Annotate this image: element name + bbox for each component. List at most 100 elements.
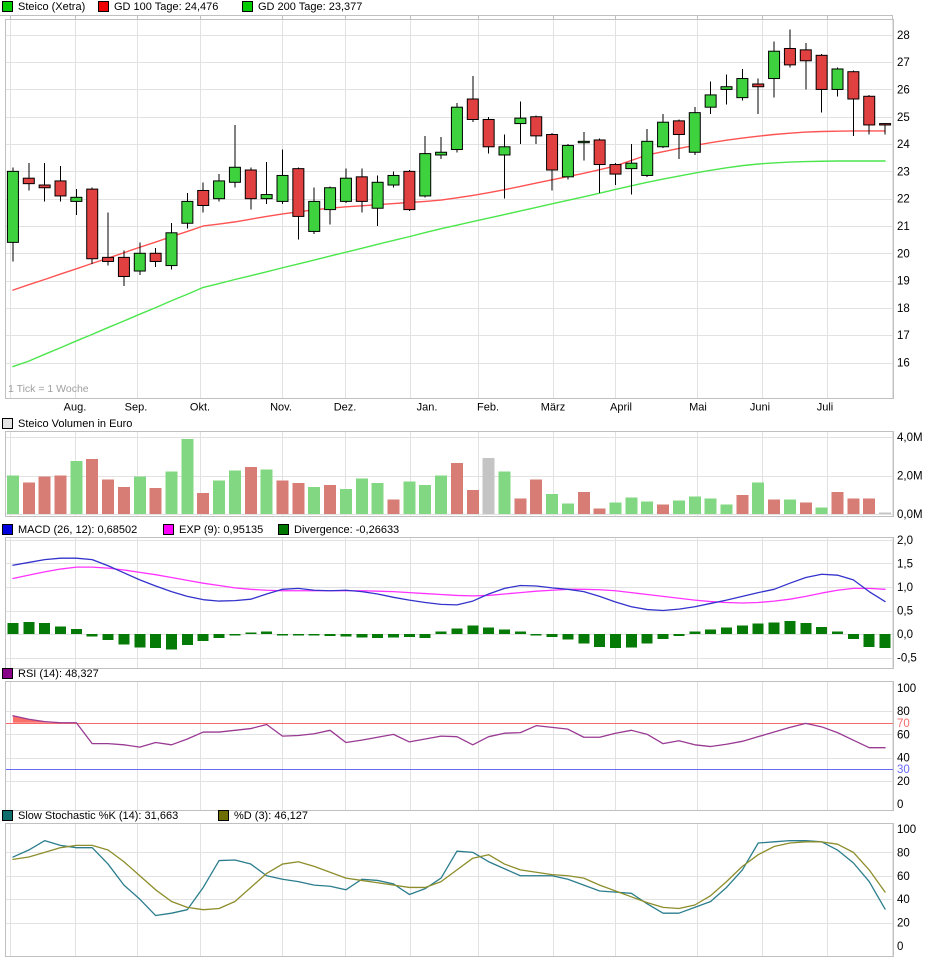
divergence-bar <box>562 634 574 640</box>
volume-bar <box>292 483 305 515</box>
candle <box>672 120 685 136</box>
axis-label: 26 <box>897 84 910 96</box>
candle <box>70 196 83 202</box>
rsi-label: RSI (14): 48,327 <box>18 668 99 680</box>
macd-histogram <box>7 620 891 650</box>
volume-bar <box>561 503 574 515</box>
volume-bar <box>466 489 479 515</box>
volume-bar <box>371 483 384 515</box>
volume-bar <box>799 502 812 515</box>
axis-label: Juni <box>750 402 770 414</box>
candle <box>498 146 511 156</box>
divergence-bar <box>70 628 82 635</box>
divergence-bar <box>372 634 384 638</box>
axis-label: 25 <box>897 112 910 124</box>
candle <box>609 164 622 175</box>
candle <box>38 184 51 189</box>
candle <box>102 256 115 262</box>
candle <box>482 118 495 148</box>
candle <box>339 177 352 202</box>
candle <box>704 94 717 108</box>
volume-bar <box>641 501 654 515</box>
volume-bar <box>324 485 337 515</box>
axis-label: 70 <box>897 718 910 730</box>
divergence-bar <box>879 634 891 649</box>
volume-bar <box>6 475 19 515</box>
axis-label: 0,0M <box>897 509 923 521</box>
divergence-bar <box>673 634 685 636</box>
axis-label: 4,0M <box>897 432 923 444</box>
divergence-bar <box>499 629 510 635</box>
volume-bar <box>339 489 352 515</box>
axis-label: 80 <box>897 847 910 859</box>
divergence-bar <box>705 629 717 635</box>
candle <box>371 181 384 209</box>
volume-bar <box>54 475 67 515</box>
candle <box>435 151 448 156</box>
volume-bar <box>197 492 210 515</box>
volume-bar <box>149 488 162 515</box>
divergence-bar <box>102 634 114 641</box>
rsi-axis-labels: 1008070604030200 <box>897 683 916 811</box>
candle <box>561 144 574 178</box>
divergence-bar <box>261 631 273 635</box>
axis-label: 20 <box>897 918 910 930</box>
macd-axis-labels: 2,01,51,00,50,0-0,5 <box>897 535 917 665</box>
axis-label: 2,0M <box>897 471 923 483</box>
volume-bar <box>482 458 495 515</box>
volume-bar <box>577 491 590 515</box>
divergence-bar <box>403 634 415 637</box>
axis-label: 19 <box>897 276 910 288</box>
moving-averages <box>12 130 886 368</box>
gd100-label: GD 100 Tage: 24,476 <box>114 1 219 13</box>
price-panel-grid <box>5 19 894 399</box>
axis-label: 23 <box>897 166 910 178</box>
volume-bar <box>720 504 733 515</box>
axis-label: 40 <box>897 894 910 906</box>
volume-bar <box>672 500 685 515</box>
candle <box>466 98 479 120</box>
candle <box>22 177 35 185</box>
candle <box>799 49 812 62</box>
divergence-bar <box>816 627 828 635</box>
volume-bar <box>498 471 511 515</box>
axis-label: 24 <box>897 139 910 151</box>
volume-bar <box>879 512 892 515</box>
macd-label: MACD (26, 12): 0,68502 <box>18 524 138 536</box>
legend-item-gd100: GD 100 Tage: 24,476 <box>98 1 218 15</box>
exp-swatch <box>163 524 174 535</box>
instrument-swatch <box>2 1 13 12</box>
divergence-bar <box>641 634 653 644</box>
volume-bar <box>403 481 416 515</box>
rsi-panel-grid <box>5 681 894 811</box>
axis-label: 1,5 <box>897 558 913 570</box>
volume-bar <box>133 476 146 515</box>
divergence-bar <box>150 634 162 649</box>
divergence-bar <box>181 634 193 645</box>
legend-item-stoch-k: Slow Stochastic %K (14): 31,663 <box>2 810 178 824</box>
candle <box>530 116 543 137</box>
stoch-k-label: Slow Stochastic %K (14): 31,663 <box>18 810 179 822</box>
candle <box>213 180 226 200</box>
divergence-bar <box>39 623 51 635</box>
volume-bar <box>514 498 527 515</box>
divergence-bar <box>752 623 764 635</box>
volume-bar <box>736 494 749 515</box>
stoch-axis-labels: 100 80 60 40 20 0 <box>897 824 916 953</box>
candle <box>355 176 368 202</box>
divergence-bar <box>292 634 304 636</box>
candle <box>149 252 162 262</box>
axis-label: 1 Tick = 1 Woche <box>8 383 89 395</box>
divergence-bar <box>467 625 479 635</box>
divergence-bar <box>594 634 606 647</box>
divergence-bar <box>546 634 558 637</box>
candle <box>165 232 178 267</box>
divergence-bar <box>86 634 98 637</box>
axis-label: April <box>610 402 632 414</box>
divergence-bar <box>657 634 669 639</box>
candle <box>86 188 99 260</box>
volume-bar <box>847 498 860 515</box>
candle <box>228 166 241 183</box>
candle <box>688 112 701 153</box>
axis-label: 0 <box>897 941 903 953</box>
